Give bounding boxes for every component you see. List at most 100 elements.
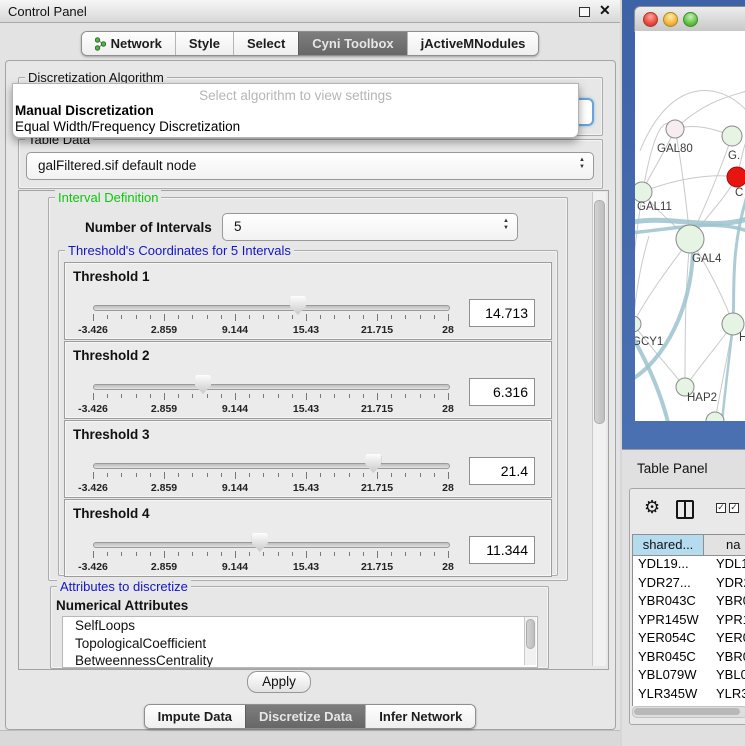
number-of-intervals-combobox[interactable]: 5 ▲▼ <box>222 213 518 241</box>
attribute-item[interactable]: SelfLoops <box>63 617 537 635</box>
tab-network[interactable]: Network <box>82 32 175 55</box>
numerical-attributes-list[interactable]: SelfLoopsTopologicalCoefficientBetweenne… <box>62 616 538 668</box>
node-bottom-partial[interactable] <box>706 412 724 421</box>
threshold-3-slider-thumb[interactable] <box>365 454 381 473</box>
threshold-1-box: Threshold 1-3.4262.8599.14415.4321.71528… <box>64 262 552 340</box>
tick-mark <box>178 315 179 319</box>
cell-shared-name: YBR045C <box>633 649 702 668</box>
cell-shared-name: YBR043C <box>633 593 702 612</box>
tick-mark <box>263 394 264 398</box>
column-header-name[interactable]: na <box>704 535 745 555</box>
threshold-4-slider-thumb[interactable] <box>252 533 268 552</box>
tick-mark <box>235 551 236 558</box>
deselect-all-checkbox-icon[interactable]: ✓ <box>729 503 739 513</box>
attributes-scrollbar[interactable] <box>524 617 536 665</box>
threshold-3-value-field[interactable]: 21.4 <box>469 457 535 485</box>
table-row[interactable]: YER054CYER0 <box>633 630 745 649</box>
tick-mark <box>420 394 421 398</box>
node-top-right[interactable] <box>722 126 742 146</box>
tick-mark <box>150 394 151 398</box>
attributes-scrollbar-thumb[interactable] <box>526 619 535 649</box>
float-window-icon[interactable] <box>579 7 590 17</box>
table-data-selected: galFiltered.sif default node <box>38 158 196 173</box>
tick-mark <box>363 394 364 398</box>
tab-jactivemnodules[interactable]: jActiveMNodules <box>407 32 539 55</box>
option-equal-width-frequency[interactable]: Equal Width/Frequency Discretization <box>15 119 240 134</box>
node-red[interactable] <box>727 167 745 187</box>
tick-mark <box>349 552 350 556</box>
table-row[interactable]: YBL079WYBL0 <box>633 667 745 686</box>
threshold-2-slider-track[interactable] <box>93 384 450 390</box>
option-manual-discretization[interactable]: Manual Discretization <box>15 103 154 118</box>
form-scrollbar-thumb[interactable] <box>594 200 605 424</box>
node-gal80[interactable] <box>666 120 684 138</box>
bottom-tab-label: Impute Data <box>158 709 232 724</box>
tick-mark <box>292 552 293 556</box>
node-label: C <box>735 187 743 199</box>
table-row[interactable]: YDR27...YDR2 <box>633 575 745 594</box>
node-gcy1[interactable] <box>635 316 641 332</box>
close-traffic-light-icon[interactable] <box>643 12 658 27</box>
table-row[interactable]: YBR045CYBR0 <box>633 649 745 668</box>
table-row[interactable]: YBR043CYBR0 <box>633 593 745 612</box>
tick-mark <box>207 473 208 477</box>
form-scrollbar[interactable] <box>592 192 606 666</box>
attribute-item[interactable]: TopologicalCoefficient <box>63 635 537 653</box>
scale-label: 9.144 <box>222 482 248 494</box>
tick-mark <box>377 393 378 400</box>
attribute-item[interactable]: BetweennessCentrality <box>63 652 537 668</box>
tick-mark <box>292 473 293 477</box>
tick-mark <box>136 473 137 477</box>
bottom-tab-infer-network[interactable]: Infer Network <box>365 705 475 728</box>
tick-mark <box>178 394 179 398</box>
scale-label: 21.715 <box>361 324 393 336</box>
apply-button[interactable]: Apply <box>247 671 311 693</box>
tick-mark <box>320 394 321 398</box>
tick-mark <box>263 315 264 319</box>
scale-label: 2.859 <box>151 324 177 336</box>
table-data-combobox[interactable]: galFiltered.sif default node ▲▼ <box>26 152 594 180</box>
tab-cyni-toolbox[interactable]: Cyni Toolbox <box>298 32 406 55</box>
threshold-4-slider-track[interactable] <box>93 542 450 548</box>
tick-mark <box>306 393 307 400</box>
table-row[interactable]: YLR345WYLR3 <box>633 686 745 705</box>
threshold-4-value-field[interactable]: 11.344 <box>469 536 535 564</box>
bottom-tab-impute-data[interactable]: Impute Data <box>145 705 245 728</box>
attributes-group-title: Attributes to discretize <box>57 579 191 594</box>
threshold-2-value-field[interactable]: 6.316 <box>469 378 535 406</box>
tab-select[interactable]: Select <box>233 32 298 55</box>
tab-label: Cyni Toolbox <box>312 36 393 51</box>
tab-style[interactable]: Style <box>175 32 233 55</box>
threshold-3-slider-track[interactable] <box>93 463 450 469</box>
close-icon[interactable]: ✕ <box>599 2 611 19</box>
scale-label: -3.426 <box>78 561 108 573</box>
network-canvas[interactable]: GAL80G.CGAL11GAL4GCY1HHAP2 <box>635 31 745 421</box>
threshold-1-label: Threshold 1 <box>73 269 150 284</box>
threshold-2-slider-thumb[interactable] <box>195 375 211 394</box>
gear-icon[interactable]: ⚙ <box>644 497 660 518</box>
table-row[interactable]: YDL19...YDL1 <box>633 556 745 575</box>
tick-mark <box>448 393 449 400</box>
minimize-traffic-light-icon[interactable] <box>663 12 678 27</box>
node-gal11[interactable] <box>635 182 652 202</box>
bottom-tab-discretize-data[interactable]: Discretize Data <box>245 705 365 728</box>
tick-mark <box>107 552 108 556</box>
scale-label: 21.715 <box>361 561 393 573</box>
table-hscrollbar[interactable] <box>632 706 745 718</box>
table-row[interactable]: YPR145WYPR1 <box>633 612 745 631</box>
bottom-tab-bar: Impute Data Discretize DataInfer Network <box>0 704 620 729</box>
cell-shared-name: YPR145W <box>633 612 702 631</box>
threshold-1-slider-track[interactable] <box>93 305 450 311</box>
threshold-1-value-field[interactable]: 14.713 <box>469 299 535 327</box>
cell-shared-name: YER054C <box>633 630 702 649</box>
table-hscrollbar-thumb[interactable] <box>634 708 740 715</box>
scale-label: 28 <box>442 482 454 494</box>
threshold-1-slider-thumb[interactable] <box>290 296 306 315</box>
columns-icon[interactable] <box>676 500 694 519</box>
select-all-checkbox-icon[interactable]: ✓ <box>716 503 726 513</box>
zoom-traffic-light-icon[interactable] <box>683 12 698 27</box>
node-gal4[interactable] <box>676 225 704 253</box>
scale-label: 2.859 <box>151 561 177 573</box>
network-window-titlebar[interactable] <box>634 6 745 32</box>
column-header-shared[interactable]: shared... <box>633 535 704 555</box>
